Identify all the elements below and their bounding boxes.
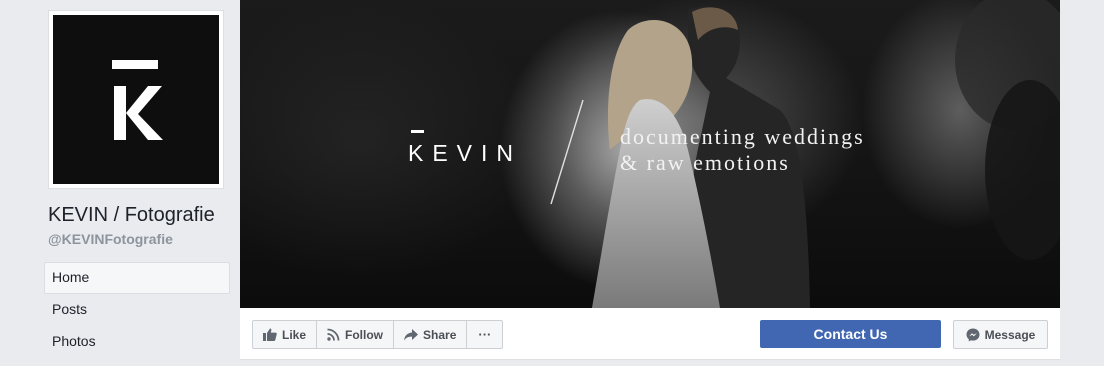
rss-icon xyxy=(327,328,340,341)
follow-button[interactable]: Follow xyxy=(316,320,395,349)
messenger-icon xyxy=(966,328,980,341)
profile-logo xyxy=(53,15,219,184)
kevin-logo-icon xyxy=(112,59,163,140)
action-bar: Like Follow Share ··· Contact Us Message xyxy=(240,308,1060,360)
share-button[interactable]: Share xyxy=(393,320,468,349)
page-nav: Home Posts Photos xyxy=(44,262,230,358)
contact-us-label: Contact Us xyxy=(813,326,888,342)
tagline-line-2: & raw emotions xyxy=(620,150,790,175)
nav-item-home[interactable]: Home xyxy=(44,262,230,294)
like-label: Like xyxy=(282,327,307,342)
cover-tagline: documenting weddings & raw emotions xyxy=(620,124,865,176)
page-title[interactable]: KEVIN / Fotografie xyxy=(48,204,215,227)
more-options-button[interactable]: ··· xyxy=(466,320,504,349)
nav-item-photos[interactable]: Photos xyxy=(44,326,230,358)
page-action-buttons: Like Follow Share ··· xyxy=(252,320,504,349)
profile-picture[interactable] xyxy=(48,10,224,189)
nav-item-posts[interactable]: Posts xyxy=(44,294,230,326)
cover-photo[interactable]: KEVIN documenting weddings & raw emotion… xyxy=(240,0,1060,308)
page-handle[interactable]: @KEVINFotografie xyxy=(48,231,173,247)
tagline-line-1: documenting weddings xyxy=(620,124,865,149)
more-options-icon: ··· xyxy=(478,327,492,342)
follow-label: Follow xyxy=(345,327,384,342)
cover-brand: KEVIN xyxy=(408,140,523,166)
brand-bar xyxy=(411,130,424,133)
facebook-page: KEVIN / Fotografie @KEVINFotografie Home… xyxy=(0,0,1104,366)
like-button[interactable]: Like xyxy=(252,320,318,349)
share-arrow-icon xyxy=(404,328,419,340)
nav-item-label: Photos xyxy=(52,333,96,349)
share-label: Share xyxy=(423,327,457,342)
message-label: Message xyxy=(984,327,1036,342)
nav-item-label: Home xyxy=(52,269,90,285)
thumbs-up-icon xyxy=(263,328,277,341)
nav-item-label: Posts xyxy=(52,301,88,317)
message-button[interactable]: Message xyxy=(953,320,1048,349)
contact-us-button[interactable]: Contact Us xyxy=(760,320,941,348)
